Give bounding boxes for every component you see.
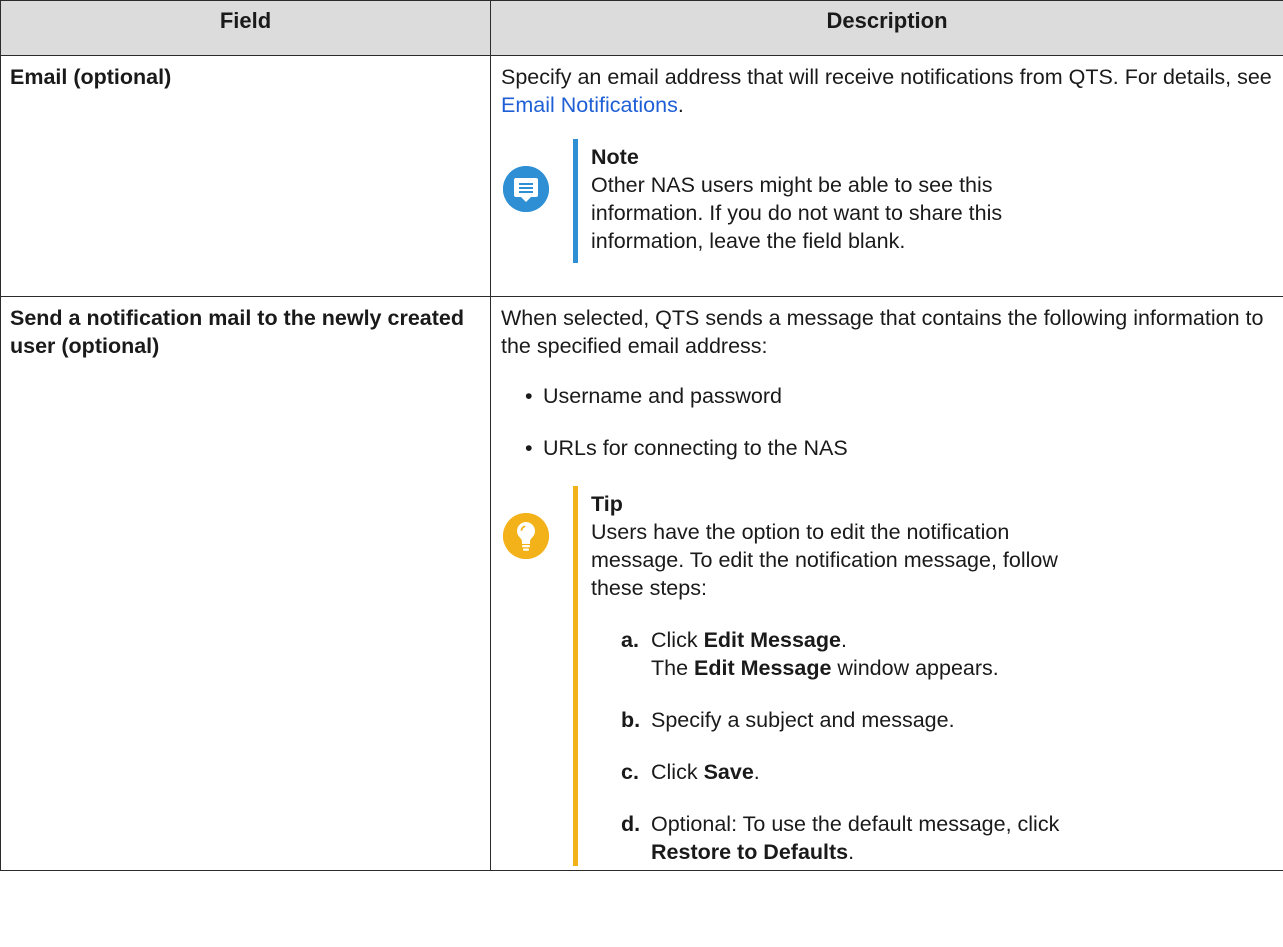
step-text: Specify a subject and message. — [651, 708, 955, 732]
table-header-row: Field Description — [0, 0, 1283, 56]
description-text: When selected, QTS sends a message that … — [501, 306, 1264, 358]
step-text: Click — [651, 628, 704, 652]
field-description-table: Field Description Email (optional) Speci… — [0, 0, 1283, 871]
description-send-notification: When selected, QTS sends a message that … — [490, 296, 1283, 871]
note-text: Other NAS users might be able to see thi… — [591, 173, 1003, 253]
description-email: Specify an email address that will recei… — [490, 55, 1283, 297]
description-text-part: Specify an email address that will recei… — [501, 65, 1272, 89]
list-item: b. Specify a subject and message. — [621, 706, 1273, 734]
field-name-email: Email (optional) — [0, 55, 491, 297]
list-item: d. Optional: To use the default message,… — [621, 810, 1273, 866]
column-header-field: Field — [0, 0, 491, 56]
table-row: Send a notification mail to the newly cr… — [0, 296, 1283, 871]
tip-text: Users have the option to edit the notifi… — [591, 520, 1058, 600]
step-text: . — [840, 628, 847, 652]
step-marker: b. — [621, 708, 641, 732]
step-marker: c. — [621, 760, 639, 784]
list-item: c. Click Save. — [621, 758, 1273, 786]
description-text-part: . — [677, 93, 684, 117]
field-name-send-notification: Send a notification mail to the newly cr… — [0, 296, 491, 871]
lightbulb-icon — [503, 513, 549, 559]
email-notifications-link[interactable]: Email Notifications — [501, 93, 678, 117]
steps-list: a. Click Edit Message. The Edit Message … — [591, 626, 1273, 866]
note-body: Note Other NAS users might be able to se… — [573, 139, 1273, 263]
step-text: . — [753, 760, 760, 784]
tip-callout: Tip Users have the option to edit the no… — [501, 486, 1273, 866]
description-text: Specify an email address that will recei… — [501, 63, 1273, 119]
ui-label-save: Save — [703, 760, 754, 784]
ui-label-edit-message: Edit Message — [694, 656, 832, 680]
tip-body: Tip Users have the option to edit the no… — [573, 486, 1273, 866]
step-marker: a. — [621, 628, 639, 652]
note-icon — [503, 166, 549, 212]
column-header-description: Description — [490, 0, 1283, 56]
step-text: The — [651, 656, 695, 680]
step-marker: d. — [621, 812, 641, 836]
tip-title: Tip — [591, 492, 623, 516]
step-text: Click — [651, 760, 704, 784]
step-text: . — [848, 840, 855, 864]
ui-label-restore-defaults: Restore to Defaults — [651, 840, 849, 864]
note-callout: Note Other NAS users might be able to se… — [501, 139, 1273, 263]
step-text: Optional: To use the default message, cl… — [651, 812, 1060, 836]
list-item: a. Click Edit Message. The Edit Message … — [621, 626, 1273, 682]
bullet-list: Username and password URLs for connectin… — [501, 382, 1273, 462]
list-item: Username and password — [525, 382, 1273, 410]
step-text: window appears. — [831, 656, 999, 680]
ui-label-edit-message: Edit Message — [703, 628, 841, 652]
list-item: URLs for connecting to the NAS — [525, 434, 1273, 462]
note-title: Note — [591, 145, 639, 169]
table-row: Email (optional) Specify an email addres… — [0, 55, 1283, 297]
